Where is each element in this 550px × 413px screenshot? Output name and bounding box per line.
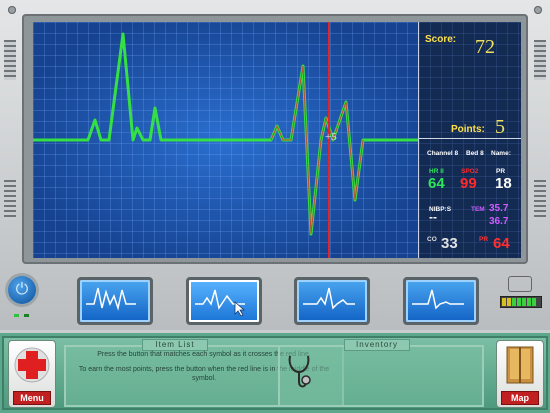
stats-panel: Score: 72 Points: 5 Channel 8 Bed 8 Name… (418, 22, 521, 258)
symbol-button-1[interactable] (77, 277, 153, 325)
screw-icon (534, 6, 542, 14)
score-label: Score: (425, 34, 457, 45)
pr-value: 18 (495, 175, 512, 192)
plug-icon (508, 276, 532, 292)
right-vent (534, 180, 546, 220)
map-label: Map (501, 391, 539, 405)
ecg-trace: +5 (33, 22, 418, 258)
co2-label: CO (427, 236, 437, 243)
tem-label: TEM (471, 206, 485, 213)
tem-value-2: 36.7 (489, 216, 509, 227)
hr-label: HR II (429, 168, 444, 175)
points-label: Points: (451, 124, 485, 135)
ecg-display: +5 (33, 22, 418, 258)
right-vent (534, 40, 546, 80)
symbol-button-3[interactable] (294, 277, 370, 325)
screw-icon (8, 6, 16, 14)
battery-cell (517, 298, 521, 306)
spo2-value: 99 (460, 175, 477, 192)
spo2-label: SPO2 (461, 168, 479, 175)
status-led (14, 314, 19, 317)
floating-points: +5 (325, 131, 337, 143)
points-value: 5 (495, 116, 505, 138)
folder-map-icon (506, 346, 534, 384)
left-vent (4, 40, 16, 80)
stethoscope-icon[interactable] (284, 352, 314, 392)
bed-label: Bed 8 (466, 150, 484, 157)
map-button[interactable]: Map (496, 340, 544, 408)
hr-value: 64 (428, 175, 445, 192)
name-label: Name: (491, 150, 511, 157)
battery-cell (522, 298, 526, 306)
co2-value: 33 (441, 235, 458, 252)
battery-cell (512, 298, 516, 306)
power-icon: ⏻ (15, 281, 29, 298)
divider (419, 138, 521, 139)
pr2-value: 64 (493, 235, 510, 252)
waveform-icon (86, 287, 136, 311)
nibp-value: -- (429, 210, 437, 224)
battery-cell (532, 298, 536, 306)
waveform-icon (195, 289, 246, 316)
score-value: 72 (475, 36, 495, 58)
pr-label: PR (496, 168, 506, 175)
waveform-icon (303, 287, 355, 310)
battery-cell (507, 298, 511, 306)
battery-cell (527, 298, 531, 306)
waveform-icon (412, 289, 464, 310)
menu-label: Menu (13, 391, 51, 405)
inventory-title: Inventory (344, 339, 410, 351)
pr2-label: PR (479, 236, 489, 243)
battery-indicator (500, 296, 542, 308)
battery-cell (502, 298, 506, 306)
symbol-button-4[interactable] (403, 277, 479, 325)
symbol-button-2[interactable] (186, 277, 262, 325)
menu-button[interactable]: Menu (8, 340, 56, 408)
channel-label: Channel 8 (427, 150, 459, 157)
power-button[interactable]: ⏻ (8, 276, 36, 304)
status-led (24, 314, 29, 317)
left-vent (4, 180, 16, 220)
tem-value-1: 35.7 (489, 203, 509, 214)
medical-cross-icon (14, 347, 50, 383)
